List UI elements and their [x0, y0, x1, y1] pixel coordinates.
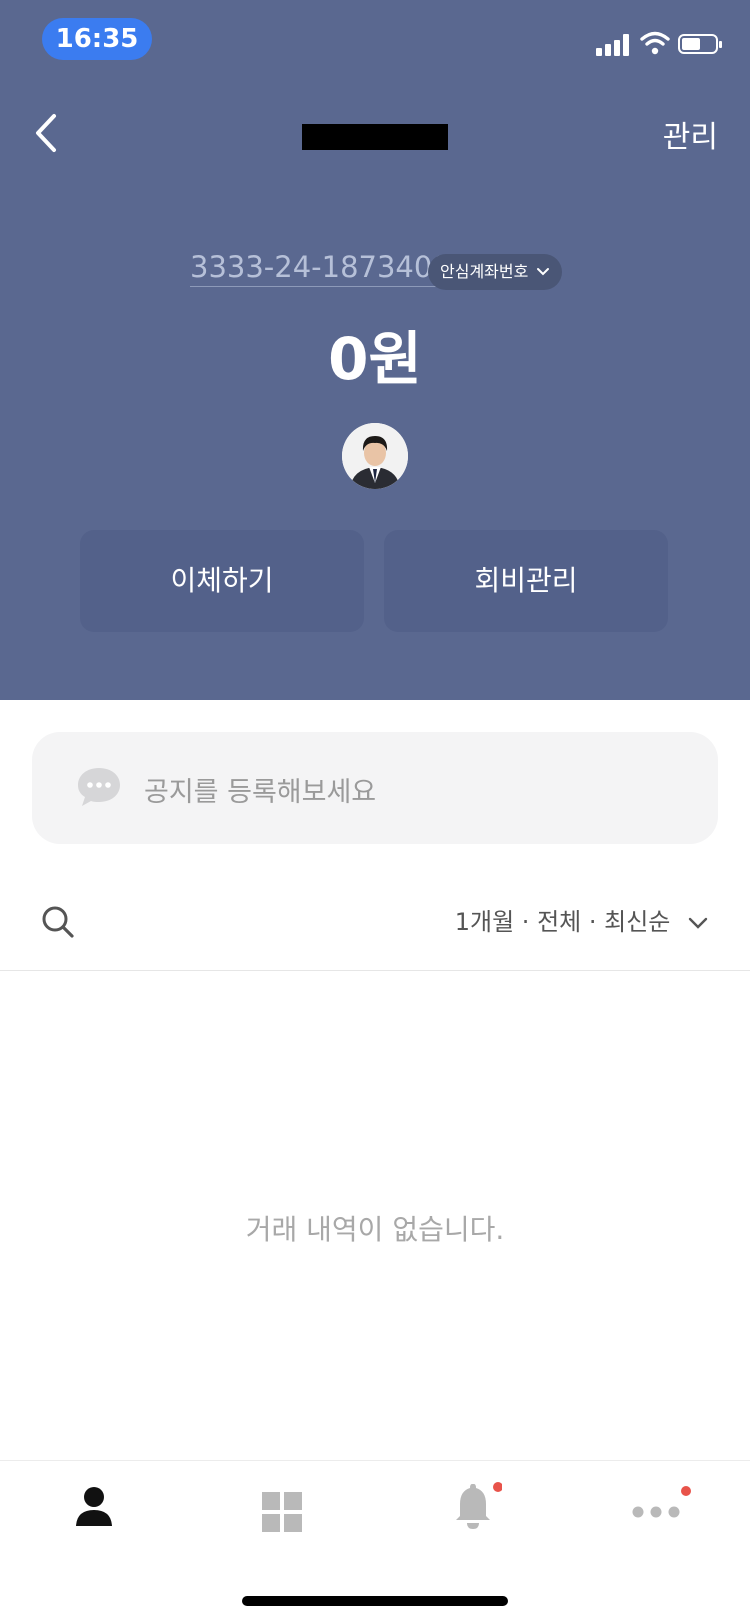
grid-icon — [262, 1492, 302, 1532]
home-indicator[interactable] — [242, 1596, 508, 1606]
notice-placeholder: 공지를 등록해보세요 — [144, 777, 377, 808]
tab-more[interactable] — [632, 1486, 692, 1530]
account-row: 3333-24-1873409 안심계좌번호 — [0, 250, 750, 294]
avatar[interactable] — [342, 423, 408, 489]
search-icon[interactable] — [40, 904, 76, 940]
person-icon — [76, 1487, 112, 1526]
wifi-icon — [640, 31, 670, 55]
tab-profile[interactable] — [74, 1486, 114, 1532]
bell-icon — [456, 1482, 503, 1529]
account-number[interactable]: 3333-24-1873409 — [190, 250, 451, 287]
more-badge — [681, 1486, 691, 1496]
avatar-portrait-icon — [342, 423, 408, 489]
status-time: 16:35 — [42, 18, 152, 60]
filter-label: 1개월 · 전체 · 최신순 — [454, 908, 671, 936]
chevron-down-icon — [688, 917, 708, 929]
chat-bubble-icon — [78, 768, 120, 806]
chevron-down-icon — [537, 268, 550, 276]
period-filter[interactable]: 1개월 · 전체 · 최신순 — [455, 902, 708, 937]
notification-badge — [493, 1482, 503, 1492]
tab-notifications[interactable] — [450, 1482, 503, 1536]
transfer-button[interactable]: 이체하기 — [80, 530, 364, 632]
manage-button[interactable]: 관리 — [663, 112, 718, 156]
divider — [0, 970, 750, 971]
empty-transactions-message: 거래 내역이 없습니다. — [245, 1213, 505, 1246]
back-chevron-icon[interactable] — [28, 108, 68, 158]
tab-bar-divider — [0, 1460, 750, 1461]
safe-account-label: 안심계좌번호 — [440, 262, 529, 281]
dues-management-button[interactable]: 회비관리 — [384, 530, 668, 632]
redacted-title-block — [302, 124, 448, 150]
tab-menu[interactable] — [262, 1492, 302, 1536]
safe-account-toggle[interactable]: 안심계좌번호 — [428, 254, 563, 290]
signal-icon — [596, 34, 632, 56]
battery-icon — [678, 34, 722, 54]
account-balance: 0원 — [328, 325, 422, 393]
more-icon — [632, 1486, 691, 1518]
notice-input[interactable]: 공지를 등록해보세요 — [32, 732, 718, 844]
